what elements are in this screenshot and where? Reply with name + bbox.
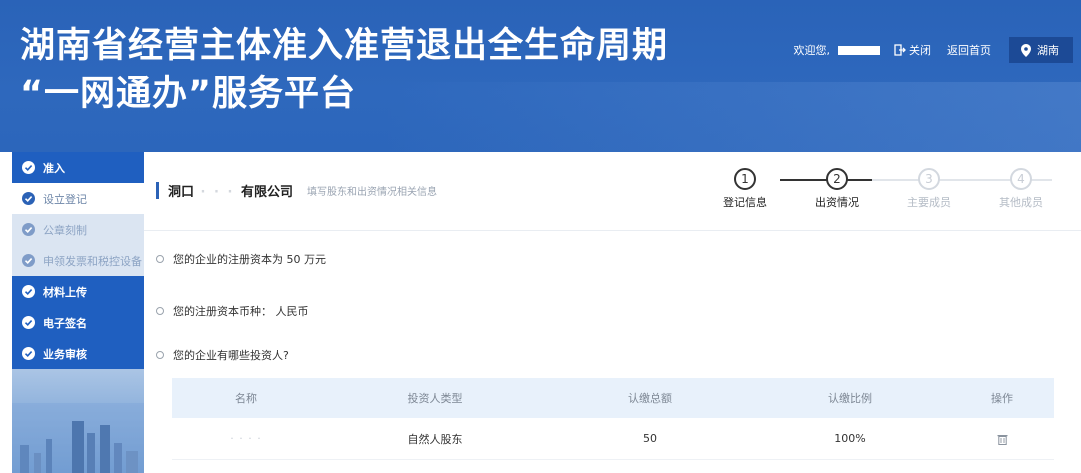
- step-1[interactable]: 1 登记信息: [710, 168, 780, 210]
- location-pin-icon: [1021, 43, 1031, 57]
- sidebar-item-6[interactable]: 业务审核: [12, 338, 144, 369]
- investor-type: 自然人股东: [407, 432, 463, 446]
- main-content: 洞口 · · · 有限公司 填写股东和出资情况相关信息 1 登记信息 2 出资情况 3 主…: [144, 152, 1081, 473]
- sidebar-item-label: 公章刻制: [43, 223, 87, 237]
- step-number: 4: [1010, 168, 1032, 190]
- sidebar-item-0[interactable]: 准入: [12, 152, 144, 183]
- col-header-ratio: 认缴比例: [828, 392, 872, 405]
- question-capital: 您的企业的注册资本为 50 万元: [156, 251, 326, 267]
- sidebar-item-1[interactable]: 设立登记: [12, 183, 144, 214]
- company-name-prefix: 洞口: [168, 184, 195, 200]
- col-header-name: 名称: [235, 392, 257, 405]
- investor-name: · · · ·: [230, 432, 262, 445]
- logout-icon: [894, 44, 906, 56]
- company-header: 洞口 · · · 有限公司 填写股东和出资情况相关信息: [156, 180, 437, 200]
- investor-amount: 50: [643, 432, 657, 445]
- home-link[interactable]: 返回首页: [947, 42, 991, 58]
- check-circle-icon: [22, 285, 35, 298]
- check-circle-icon: [22, 192, 35, 205]
- step-number: 2: [826, 168, 848, 190]
- check-circle-icon: [22, 254, 35, 267]
- platform-title: 湖南省经营主体准入准营退出全生命周期 “一网通办”服务平台: [20, 22, 668, 118]
- check-circle-icon: [22, 347, 35, 360]
- sidebar-item-2[interactable]: 公章刻制: [12, 214, 144, 245]
- investor-table: 名称 投资人类型 认缴总额 认缴比例 操作 · · · · 自然人股东 50 1…: [172, 378, 1054, 460]
- check-circle-icon: [22, 223, 35, 236]
- region-label: 湖南: [1037, 44, 1059, 57]
- close-label: 关闭: [909, 44, 931, 57]
- step-4[interactable]: 4 其他成员: [986, 168, 1056, 210]
- company-name-redacted: · · ·: [194, 184, 241, 200]
- step-label: 其他成员: [999, 196, 1043, 209]
- progress-steps: 1 登记信息 2 出资情况 3 主要成员 4 其他成员: [723, 168, 1056, 218]
- bullet-icon: [156, 307, 164, 315]
- step-label: 主要成员: [907, 196, 951, 209]
- row-actions: [950, 432, 1054, 445]
- company-name: 洞口 · · · 有限公司: [168, 181, 293, 200]
- section-accent-bar: [156, 181, 159, 199]
- check-circle-icon: [22, 316, 35, 329]
- question-currency: 您的注册资本币种： 人民币: [156, 303, 309, 319]
- capital-text: 您的企业的注册资本为 50 万元: [173, 253, 326, 266]
- username-redacted: [838, 45, 880, 55]
- sidebar-item-label: 准入: [43, 161, 65, 175]
- col-header-type: 投资人类型: [407, 392, 463, 405]
- currency-text: 您的注册资本币种： 人民币: [173, 305, 309, 318]
- investors-text: 您的企业有哪些投资人?: [173, 349, 289, 362]
- sidebar-item-label: 设立登记: [43, 192, 87, 206]
- sidebar-item-label: 电子签名: [43, 316, 87, 330]
- sidebar-item-label: 材料上传: [43, 285, 87, 299]
- step-label: 登记信息: [723, 196, 767, 209]
- table-row: · · · · 自然人股东 50 100%: [172, 418, 1054, 460]
- bullet-icon: [156, 351, 164, 359]
- welcome-text: 欢迎您,: [793, 44, 831, 57]
- sidebar-nav: 准入设立登记公章刻制申领发票和税控设备 材料上传电子签名业务审核: [12, 152, 144, 369]
- step-2[interactable]: 2 出资情况: [802, 168, 872, 210]
- title-line-1: 湖南省经营主体准入准营退出全生命周期: [20, 26, 669, 66]
- bullet-icon: [156, 255, 164, 263]
- company-hint: 填写股东和出资情况相关信息: [306, 186, 437, 198]
- delete-icon[interactable]: [997, 433, 1008, 445]
- col-header-amount: 认缴总额: [628, 392, 672, 405]
- step-3[interactable]: 3 主要成员: [894, 168, 964, 210]
- step-number: 1: [734, 168, 756, 190]
- city-skyline-image: [12, 403, 144, 473]
- user-toolbar: 欢迎您, 关闭 返回首页 湖南: [793, 37, 1073, 63]
- title-line-2: “一网通办”服务平台: [20, 74, 357, 114]
- step-label: 出资情况: [815, 196, 859, 209]
- sidebar-item-5[interactable]: 电子签名: [12, 307, 144, 338]
- sidebar-item-label: 业务审核: [43, 347, 87, 361]
- col-header-action: 操作: [991, 392, 1013, 405]
- sidebar-item-4[interactable]: 材料上传: [12, 276, 144, 307]
- close-button[interactable]: 关闭: [894, 42, 931, 58]
- investor-ratio: 100%: [834, 432, 866, 445]
- table-header: 名称 投资人类型 认缴总额 认缴比例 操作: [172, 378, 1054, 418]
- region-selector[interactable]: 湖南: [1009, 37, 1073, 63]
- sidebar-item-label: 申领发票和税控设备: [43, 254, 142, 268]
- sidebar: 准入设立登记公章刻制申领发票和税控设备 材料上传电子签名业务审核: [12, 152, 144, 473]
- header-banner: 湖南省经营主体准入准营退出全生命周期 “一网通办”服务平台 欢迎您, 关闭 返回…: [0, 0, 1081, 152]
- check-circle-icon: [22, 161, 35, 174]
- sidebar-item-3[interactable]: 申领发票和税控设备: [12, 245, 144, 276]
- section-divider: [144, 230, 1081, 231]
- company-name-suffix: 有限公司: [240, 184, 293, 200]
- question-investors: 您的企业有哪些投资人?: [156, 347, 289, 363]
- step-number: 3: [918, 168, 940, 190]
